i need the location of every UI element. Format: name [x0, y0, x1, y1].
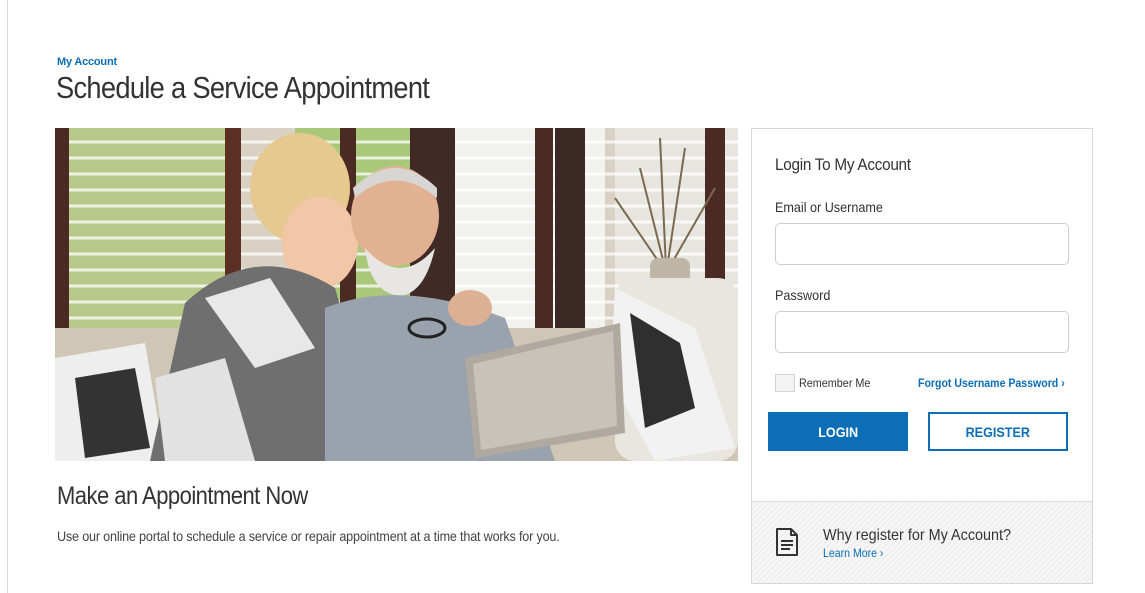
why-register-title: Why register for My Account?	[823, 527, 1012, 544]
breadcrumb[interactable]: My Account	[57, 56, 117, 68]
register-button[interactable]: REGISTER	[928, 412, 1068, 451]
remember-me-checkbox[interactable]	[775, 374, 795, 392]
login-button-label: LOGIN	[818, 423, 858, 440]
forgot-credentials-link[interactable]: Forgot Username Password ›	[918, 376, 1065, 390]
remember-me[interactable]: Remember Me	[775, 374, 878, 392]
page-title: Schedule a Service Appointment	[56, 70, 430, 105]
document-icon	[776, 528, 798, 556]
why-register-box: Why register for My Account? Learn More …	[752, 501, 1092, 583]
register-button-label: REGISTER	[965, 423, 1031, 440]
learn-more-link[interactable]: Learn More ›	[823, 546, 883, 560]
login-panel: Login To My Account Email or Username Pa…	[751, 128, 1093, 584]
login-button[interactable]: LOGIN	[768, 412, 908, 451]
remember-me-label[interactable]: Remember Me	[799, 376, 870, 390]
email-field[interactable]	[775, 223, 1069, 265]
section-heading: Make an Appointment Now	[57, 482, 308, 510]
password-label: Password	[775, 287, 831, 303]
email-label: Email or Username	[775, 199, 883, 215]
section-description: Use our online portal to schedule a serv…	[57, 528, 560, 544]
left-divider	[7, 0, 8, 593]
hero-image	[55, 128, 738, 461]
password-field[interactable]	[775, 311, 1069, 353]
login-title: Login To My Account	[775, 155, 911, 174]
photo-senior-couple-laptop	[55, 128, 738, 461]
